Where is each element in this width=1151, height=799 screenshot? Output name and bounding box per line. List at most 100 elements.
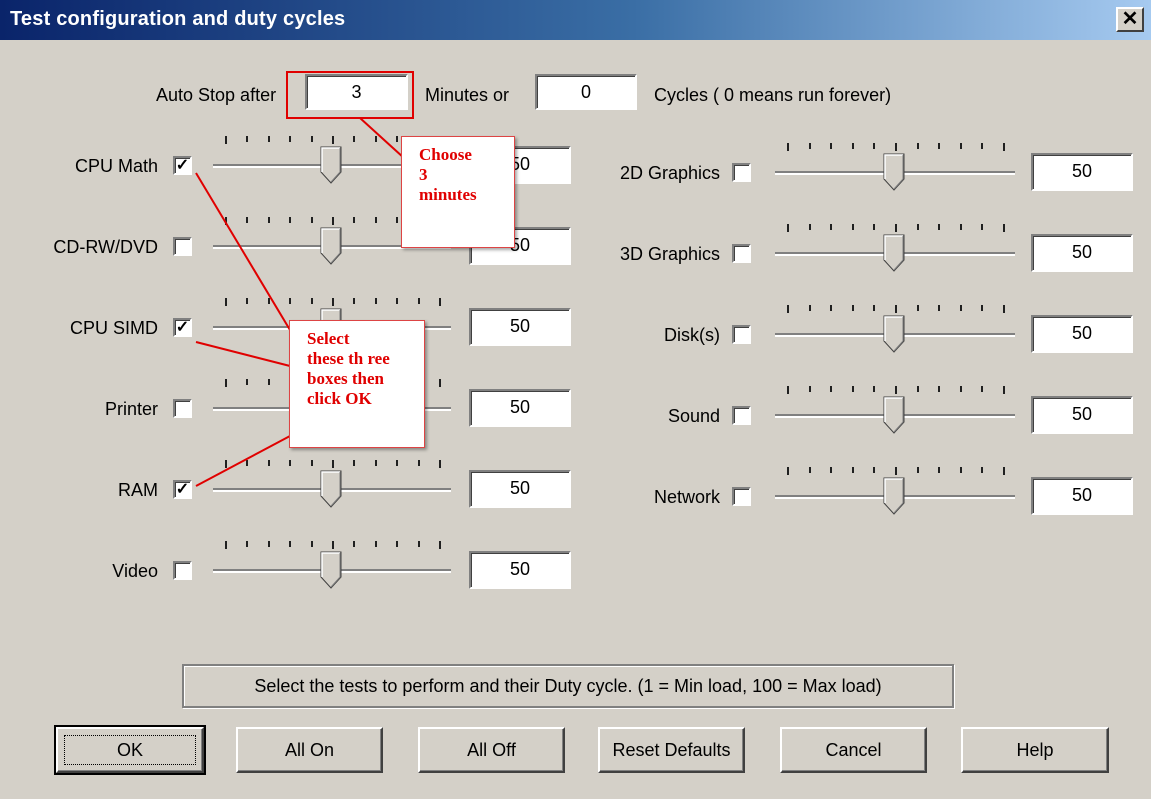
slider-tick — [808, 386, 811, 392]
slider-thumb[interactable] — [320, 146, 342, 184]
slider-tick — [895, 143, 897, 151]
duty-cycle-value[interactable]: 50 — [1031, 315, 1133, 353]
slider-tick — [851, 224, 854, 230]
slider-thumb[interactable] — [320, 470, 342, 508]
slider-tick — [895, 224, 897, 232]
help-button[interactable]: Help — [961, 727, 1109, 773]
test-checkbox[interactable] — [173, 237, 192, 256]
slider-tick — [374, 541, 377, 547]
duty-cycle-value[interactable]: 50 — [1031, 477, 1133, 515]
slider-tick — [851, 305, 854, 311]
slider-tick — [895, 467, 897, 475]
duty-cycle-value[interactable]: 50 — [1031, 153, 1133, 191]
test-label: CPU SIMD — [69, 318, 158, 338]
slider-thumb[interactable] — [883, 396, 905, 434]
test-label: 2D Graphics — [619, 163, 720, 183]
slider-thumb[interactable] — [320, 551, 342, 589]
test-checkbox[interactable] — [173, 561, 192, 580]
slider-tick — [895, 305, 897, 313]
close-button[interactable]: ✕ — [1116, 7, 1144, 32]
test-checkbox[interactable] — [732, 406, 751, 425]
slider-thumb[interactable] — [883, 477, 905, 515]
slider-tick — [916, 224, 919, 230]
slider-tick — [981, 467, 984, 473]
test-checkbox[interactable] — [173, 399, 192, 418]
slider-tick — [1003, 386, 1005, 394]
callout-line: Choose — [419, 145, 472, 164]
slider-ticks — [775, 224, 1015, 232]
slider-tick — [439, 541, 441, 549]
test-checkbox[interactable] — [732, 244, 751, 263]
slider-thumb[interactable] — [320, 227, 342, 265]
slider-tick — [353, 298, 356, 304]
test-label: 3D Graphics — [619, 244, 720, 264]
slider-tick — [938, 305, 941, 311]
cycles-label: Cycles ( 0 means run forever) — [654, 85, 892, 105]
test-checkbox[interactable] — [732, 163, 751, 182]
all-off-button-label: All Off — [467, 740, 516, 760]
callout-line: click OK — [307, 389, 372, 408]
slider-tick — [374, 460, 377, 466]
slider-thumb[interactable] — [883, 234, 905, 272]
slider-tick — [938, 467, 941, 473]
duty-cycle-value[interactable]: 50 — [1031, 234, 1133, 272]
slider-tick — [873, 305, 876, 311]
reset-defaults-button-label: Reset Defaults — [612, 740, 731, 760]
slider-tick — [873, 386, 876, 392]
slider-tick — [246, 298, 249, 304]
test-checkbox[interactable] — [732, 325, 751, 344]
slider-tick — [396, 217, 399, 223]
slider-thumb[interactable] — [883, 153, 905, 191]
close-icon: ✕ — [1121, 8, 1139, 30]
slider-tick — [1003, 143, 1005, 151]
slider-tick — [981, 386, 984, 392]
slider-tick — [439, 379, 441, 387]
slider-tick — [916, 305, 919, 311]
slider-tick — [916, 386, 919, 392]
slider-ticks — [775, 467, 1015, 475]
slider-tick — [787, 386, 789, 394]
slider-tick — [396, 298, 399, 304]
checkmark-icon: ✓ — [175, 319, 190, 336]
slider-tick — [267, 298, 270, 304]
slider-tick — [246, 136, 249, 142]
slider-tick — [851, 143, 854, 149]
cancel-button[interactable]: Cancel — [780, 727, 927, 773]
slider-tick — [830, 386, 833, 392]
title-bar: Test configuration and duty cycles ✕ — [0, 0, 1151, 40]
duty-cycle-value[interactable]: 50 — [469, 308, 571, 346]
callout-choose-minutes: Choose 3 minutes — [401, 136, 515, 248]
slider-tick — [981, 305, 984, 311]
connector-cpu-simd — [195, 341, 291, 367]
test-checkbox[interactable]: ✓ — [173, 318, 192, 337]
slider-tick — [938, 143, 941, 149]
reset-defaults-button[interactable]: Reset Defaults — [598, 727, 745, 773]
slider-thumb[interactable] — [883, 315, 905, 353]
cycles-field[interactable]: 0 — [535, 74, 637, 110]
test-label: Video — [112, 561, 158, 581]
slider-tick — [267, 217, 270, 223]
slider-tick — [916, 143, 919, 149]
ok-button[interactable]: OK — [54, 725, 206, 775]
slider-tick — [981, 143, 984, 149]
slider-tick — [808, 143, 811, 149]
slider-tick — [1003, 224, 1005, 232]
help-button-label: Help — [1016, 740, 1054, 760]
test-checkbox[interactable]: ✓ — [173, 156, 192, 175]
slider-tick — [396, 460, 399, 466]
duty-cycle-value[interactable]: 50 — [469, 551, 571, 589]
duty-cycle-value[interactable]: 50 — [469, 389, 571, 427]
slider-tick — [851, 467, 854, 473]
test-checkbox[interactable]: ✓ — [173, 480, 192, 499]
all-off-button[interactable]: All Off — [418, 727, 565, 773]
duty-cycle-value[interactable]: 50 — [469, 470, 571, 508]
slider-tick — [289, 541, 292, 547]
slider-tick — [225, 136, 227, 144]
slider-tick — [981, 224, 984, 230]
slider-tick — [310, 541, 313, 547]
duty-cycle-value[interactable]: 50 — [1031, 396, 1133, 434]
test-checkbox[interactable] — [732, 487, 751, 506]
slider-ticks — [775, 143, 1015, 151]
slider-ticks — [213, 298, 451, 306]
all-on-button[interactable]: All On — [236, 727, 383, 773]
